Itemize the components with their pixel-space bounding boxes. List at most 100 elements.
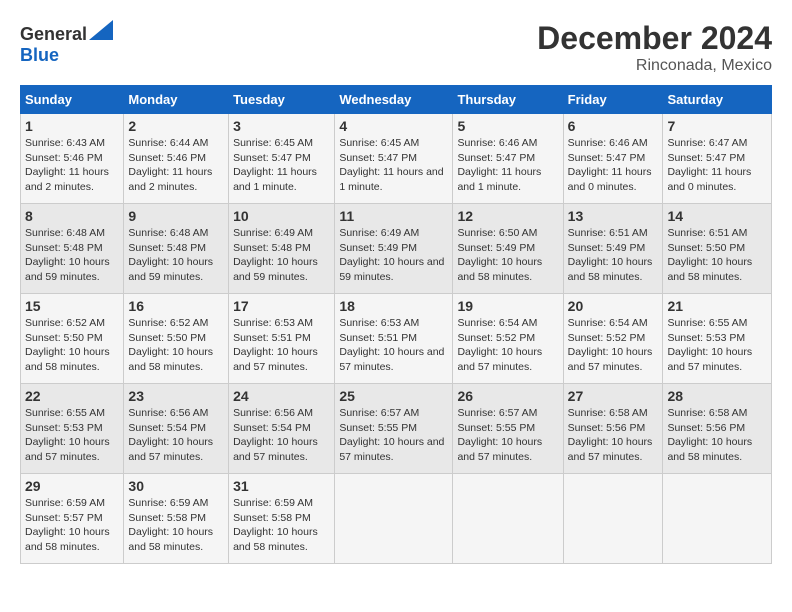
sunrise-label: Sunrise: 6:44 AM xyxy=(128,137,208,149)
sunrise-label: Sunrise: 6:57 AM xyxy=(339,407,419,419)
logo-general: General xyxy=(20,24,87,44)
daylight-label: Daylight: 11 hours and 1 minute. xyxy=(457,166,541,193)
day-cell: 7 Sunrise: 6:47 AM Sunset: 5:47 PM Dayli… xyxy=(663,114,772,204)
day-number: 12 xyxy=(457,208,558,224)
day-number: 1 xyxy=(25,118,119,134)
sunset-label: Sunset: 5:47 PM xyxy=(339,152,417,164)
page-container: General Blue December 2024 Rinconada, Me… xyxy=(20,20,772,564)
sunrise-label: Sunrise: 6:55 AM xyxy=(667,317,747,329)
day-number: 27 xyxy=(568,388,659,404)
sunrise-label: Sunrise: 6:45 AM xyxy=(233,137,313,149)
daylight-label: Daylight: 10 hours and 57 minutes. xyxy=(457,346,542,373)
day-cell: 4 Sunrise: 6:45 AM Sunset: 5:47 PM Dayli… xyxy=(335,114,453,204)
sunset-label: Sunset: 5:54 PM xyxy=(128,422,206,434)
sunset-label: Sunset: 5:49 PM xyxy=(568,242,646,254)
week-row-3: 15 Sunrise: 6:52 AM Sunset: 5:50 PM Dayl… xyxy=(21,294,772,384)
day-number: 22 xyxy=(25,388,119,404)
day-cell: 14 Sunrise: 6:51 AM Sunset: 5:50 PM Dayl… xyxy=(663,204,772,294)
day-cell xyxy=(335,474,453,564)
week-row-1: 1 Sunrise: 6:43 AM Sunset: 5:46 PM Dayli… xyxy=(21,114,772,204)
day-info: Sunrise: 6:59 AM Sunset: 5:57 PM Dayligh… xyxy=(25,496,119,555)
sunset-label: Sunset: 5:53 PM xyxy=(667,332,745,344)
sunset-label: Sunset: 5:52 PM xyxy=(457,332,535,344)
day-info: Sunrise: 6:52 AM Sunset: 5:50 PM Dayligh… xyxy=(128,316,224,375)
daylight-label: Daylight: 10 hours and 58 minutes. xyxy=(457,256,542,283)
day-number: 16 xyxy=(128,298,224,314)
day-cell: 11 Sunrise: 6:49 AM Sunset: 5:49 PM Dayl… xyxy=(335,204,453,294)
daylight-label: Daylight: 10 hours and 57 minutes. xyxy=(25,436,110,463)
sunset-label: Sunset: 5:47 PM xyxy=(667,152,745,164)
sunrise-label: Sunrise: 6:49 AM xyxy=(233,227,313,239)
day-number: 14 xyxy=(667,208,767,224)
sunset-label: Sunset: 5:50 PM xyxy=(25,332,103,344)
day-info: Sunrise: 6:51 AM Sunset: 5:49 PM Dayligh… xyxy=(568,226,659,285)
day-cell: 15 Sunrise: 6:52 AM Sunset: 5:50 PM Dayl… xyxy=(21,294,124,384)
day-header-thursday: Thursday xyxy=(453,86,563,114)
logo-icon xyxy=(89,20,113,40)
sunset-label: Sunset: 5:53 PM xyxy=(25,422,103,434)
sunrise-label: Sunrise: 6:55 AM xyxy=(25,407,105,419)
daylight-label: Daylight: 10 hours and 59 minutes. xyxy=(339,256,444,283)
header-row: SundayMondayTuesdayWednesdayThursdayFrid… xyxy=(21,86,772,114)
daylight-label: Daylight: 10 hours and 59 minutes. xyxy=(128,256,213,283)
day-info: Sunrise: 6:51 AM Sunset: 5:50 PM Dayligh… xyxy=(667,226,767,285)
sunrise-label: Sunrise: 6:46 AM xyxy=(568,137,648,149)
sunset-label: Sunset: 5:55 PM xyxy=(339,422,417,434)
sunrise-label: Sunrise: 6:56 AM xyxy=(128,407,208,419)
sunset-label: Sunset: 5:56 PM xyxy=(667,422,745,434)
day-info: Sunrise: 6:53 AM Sunset: 5:51 PM Dayligh… xyxy=(339,316,448,375)
sunrise-label: Sunrise: 6:52 AM xyxy=(25,317,105,329)
day-number: 29 xyxy=(25,478,119,494)
day-cell: 16 Sunrise: 6:52 AM Sunset: 5:50 PM Dayl… xyxy=(124,294,229,384)
day-cell: 6 Sunrise: 6:46 AM Sunset: 5:47 PM Dayli… xyxy=(563,114,663,204)
day-info: Sunrise: 6:58 AM Sunset: 5:56 PM Dayligh… xyxy=(568,406,659,465)
day-info: Sunrise: 6:52 AM Sunset: 5:50 PM Dayligh… xyxy=(25,316,119,375)
day-cell: 30 Sunrise: 6:59 AM Sunset: 5:58 PM Dayl… xyxy=(124,474,229,564)
sunrise-label: Sunrise: 6:51 AM xyxy=(667,227,747,239)
sunrise-label: Sunrise: 6:53 AM xyxy=(339,317,419,329)
sunset-label: Sunset: 5:47 PM xyxy=(457,152,535,164)
day-cell: 22 Sunrise: 6:55 AM Sunset: 5:53 PM Dayl… xyxy=(21,384,124,474)
day-cell: 21 Sunrise: 6:55 AM Sunset: 5:53 PM Dayl… xyxy=(663,294,772,384)
day-number: 23 xyxy=(128,388,224,404)
sunset-label: Sunset: 5:46 PM xyxy=(25,152,103,164)
sunset-label: Sunset: 5:49 PM xyxy=(339,242,417,254)
sunrise-label: Sunrise: 6:45 AM xyxy=(339,137,419,149)
day-number: 25 xyxy=(339,388,448,404)
sunrise-label: Sunrise: 6:49 AM xyxy=(339,227,419,239)
day-info: Sunrise: 6:46 AM Sunset: 5:47 PM Dayligh… xyxy=(568,136,659,195)
day-number: 13 xyxy=(568,208,659,224)
sunset-label: Sunset: 5:49 PM xyxy=(457,242,535,254)
daylight-label: Daylight: 10 hours and 58 minutes. xyxy=(128,346,213,373)
daylight-label: Daylight: 10 hours and 57 minutes. xyxy=(128,436,213,463)
daylight-label: Daylight: 10 hours and 57 minutes. xyxy=(667,346,752,373)
day-number: 20 xyxy=(568,298,659,314)
day-cell: 12 Sunrise: 6:50 AM Sunset: 5:49 PM Dayl… xyxy=(453,204,563,294)
sunset-label: Sunset: 5:47 PM xyxy=(568,152,646,164)
daylight-label: Daylight: 11 hours and 0 minutes. xyxy=(568,166,652,193)
day-cell: 9 Sunrise: 6:48 AM Sunset: 5:48 PM Dayli… xyxy=(124,204,229,294)
title-block: December 2024 Rinconada, Mexico xyxy=(537,20,772,75)
sunrise-label: Sunrise: 6:58 AM xyxy=(568,407,648,419)
day-number: 21 xyxy=(667,298,767,314)
day-cell: 28 Sunrise: 6:58 AM Sunset: 5:56 PM Dayl… xyxy=(663,384,772,474)
sunrise-label: Sunrise: 6:43 AM xyxy=(25,137,105,149)
day-number: 5 xyxy=(457,118,558,134)
day-number: 15 xyxy=(25,298,119,314)
sunrise-label: Sunrise: 6:48 AM xyxy=(128,227,208,239)
day-number: 26 xyxy=(457,388,558,404)
subtitle: Rinconada, Mexico xyxy=(537,57,772,75)
day-number: 3 xyxy=(233,118,330,134)
sunrise-label: Sunrise: 6:59 AM xyxy=(233,497,313,509)
day-header-friday: Friday xyxy=(563,86,663,114)
daylight-label: Daylight: 10 hours and 58 minutes. xyxy=(233,526,318,553)
sunset-label: Sunset: 5:54 PM xyxy=(233,422,311,434)
sunrise-label: Sunrise: 6:54 AM xyxy=(457,317,537,329)
day-number: 17 xyxy=(233,298,330,314)
day-number: 7 xyxy=(667,118,767,134)
day-number: 9 xyxy=(128,208,224,224)
day-cell: 2 Sunrise: 6:44 AM Sunset: 5:46 PM Dayli… xyxy=(124,114,229,204)
sunrise-label: Sunrise: 6:56 AM xyxy=(233,407,313,419)
day-number: 19 xyxy=(457,298,558,314)
day-number: 18 xyxy=(339,298,448,314)
